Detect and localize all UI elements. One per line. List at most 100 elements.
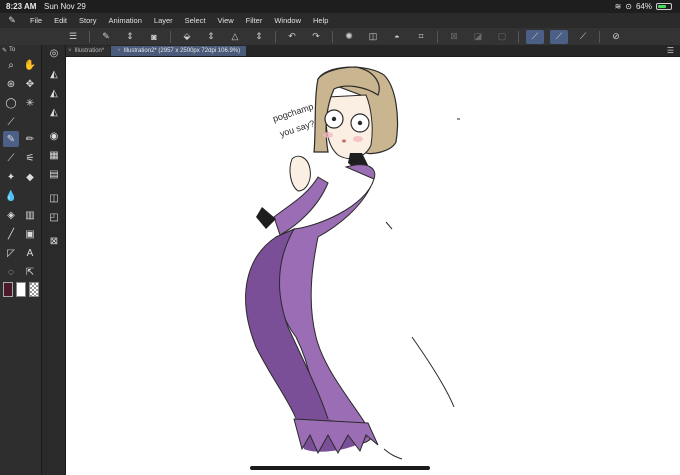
tab-menu-icon[interactable]: ☰ (667, 46, 674, 55)
camera-icon[interactable]: ◙ (145, 30, 163, 44)
figure-icon[interactable]: ╱ (3, 226, 19, 242)
command-bar: ☰ ✎ ⇕ ◙ ⬙ ⇕ △ ⇕ ↶ ↷ ✺ ◫ ◓ ⌗ ⊠ ◪ ▢ ⟋ ⟋ ⟋ … (0, 28, 680, 45)
pen-line-icon[interactable]: ⟋ (574, 30, 592, 44)
move-icon[interactable]: ✥ (22, 76, 38, 92)
sub-tool-strip: ◎ ◭ ◭ ◭ ◉ ▦ ▤ ◫ ◰ ⊠ (42, 45, 66, 475)
status-bar: 8:23 AM Sun Nov 29 ≋ ⊙ 64% (0, 0, 680, 13)
menu-layer[interactable]: Layer (148, 16, 179, 25)
color-set-icon[interactable]: ▦ (46, 147, 62, 163)
drawing-canvas[interactable]: pogchamp you say? (66, 57, 680, 475)
pencil-icon[interactable]: ✏ (22, 131, 38, 147)
menu-story[interactable]: Story (73, 16, 103, 25)
zoom-icon[interactable]: ⌕ (3, 57, 19, 73)
stray-stroke (411, 336, 455, 408)
divider (599, 30, 600, 43)
redo-icon[interactable]: ↷ (307, 30, 325, 44)
home-indicator[interactable] (250, 466, 430, 470)
divider (170, 30, 171, 43)
menu-filter[interactable]: Filter (240, 16, 269, 25)
left-pupil (331, 116, 337, 122)
panel-settings-icon[interactable]: ◎ (46, 45, 62, 61)
color-wheel-icon[interactable]: ◉ (46, 128, 62, 144)
clear-icon[interactable]: ◫ (364, 30, 382, 44)
airbrush-icon[interactable]: ⚟ (22, 150, 38, 166)
eraser-icon[interactable]: ◆ (22, 169, 38, 185)
menu-edit[interactable]: Edit (48, 16, 73, 25)
tool-palette-tab[interactable]: ✎ To (2, 45, 40, 55)
color-history-icon[interactable]: ▤ (46, 166, 62, 182)
hands (289, 155, 311, 192)
correct-line-icon[interactable]: ⇱ (22, 264, 38, 280)
divider (332, 30, 333, 43)
tab-illustration2[interactable]: × Illustration2* (2957 x 2500px 72dpi 10… (111, 46, 247, 56)
layers-icon[interactable]: ◫ (46, 190, 62, 206)
divider (437, 30, 438, 43)
blend-icon[interactable]: 💧 (3, 188, 19, 204)
menu-help[interactable]: Help (307, 16, 334, 25)
undo-icon[interactable]: ↶ (283, 30, 301, 44)
fill-icon[interactable]: ◓ (388, 30, 406, 44)
brush-pressure-icon[interactable]: ⟋ (550, 29, 568, 44)
battery-fill (658, 5, 667, 8)
wifi-icon: ≋ (614, 2, 622, 11)
decoration-icon[interactable]: ✦ (3, 169, 19, 185)
bucket-panel-icon[interactable]: ◭ (46, 66, 62, 82)
battery-icon (656, 3, 672, 10)
tab-illustration[interactable]: × Illustration* (62, 46, 111, 56)
main-color-swatch[interactable] (3, 282, 13, 297)
menu-animation[interactable]: Animation (103, 16, 148, 25)
deselect-icon[interactable]: ⊠ (445, 30, 463, 44)
frame-icon[interactable]: ▣ (22, 226, 38, 242)
triangle-ruler-icon[interactable]: △ (226, 30, 244, 44)
invert-selection-icon[interactable]: ◪ (469, 30, 487, 44)
up-down-arrows-icon[interactable]: ⇕ (121, 30, 139, 44)
navigator-icon[interactable]: ⊠ (46, 233, 62, 249)
speech-text-line2: you say? (279, 118, 316, 139)
menu-view[interactable]: View (212, 16, 240, 25)
menu-window[interactable]: Window (268, 16, 307, 25)
menu-file[interactable]: File (24, 16, 48, 25)
menu-select[interactable]: Select (179, 16, 212, 25)
ruler-icon[interactable]: ◸ (3, 245, 19, 261)
edit-icon[interactable]: ✎ (97, 30, 115, 44)
eyedropper-icon[interactable]: ⟋ (3, 114, 19, 130)
fill-bucket-icon[interactable]: ◈ (3, 207, 19, 223)
balloon-icon[interactable]: ◌ (3, 264, 19, 280)
transparent-color-swatch[interactable] (29, 282, 39, 297)
close-icon[interactable]: × (117, 48, 121, 54)
stack-arrows-icon[interactable]: ⇕ (202, 30, 220, 44)
shape-panel-icon[interactable]: ◭ (46, 104, 62, 120)
mouth (342, 139, 346, 143)
operation-icon[interactable]: ⊛ (3, 76, 19, 92)
eraser-mode-icon[interactable]: ⊘ (607, 30, 625, 44)
tilt-icon[interactable]: ⬙ (178, 30, 196, 44)
status-date: Sun Nov 29 (44, 2, 86, 11)
divider (518, 30, 519, 43)
stabilizer-pen-icon[interactable]: ⟋ (526, 29, 544, 44)
loading-icon[interactable]: ✺ (340, 30, 358, 44)
sub-color-swatch[interactable] (16, 282, 26, 297)
app-logo-icon[interactable]: ✎ (0, 15, 24, 26)
battery-percent: 64% (635, 2, 652, 11)
sleeve-cuff (256, 207, 276, 229)
close-icon[interactable]: × (68, 48, 72, 54)
selection-icon[interactable]: ▢ (493, 30, 511, 44)
pen-icon[interactable]: ✎ (3, 131, 19, 147)
brush-tool-icon[interactable]: ⟋ (3, 150, 19, 166)
gradient-icon[interactable]: ▥ (22, 207, 38, 223)
document-tabs: × Illustration* × Illustration2* (2957 x… (62, 45, 680, 56)
menu-bar: ✎ File Edit Story Animation Layer Select… (0, 13, 680, 28)
adjust-icon[interactable]: ⇕ (250, 30, 268, 44)
lasso-icon[interactable]: ◯ (3, 95, 19, 111)
illustration-artwork: pogchamp you say? (245, 66, 460, 460)
status-right: ≋ ⊙ 64% (615, 2, 672, 11)
hamburger-menu-icon[interactable]: ☰ (64, 30, 82, 44)
tab-label: Illustration2* (2957 x 2500px 72dpi 106.… (123, 48, 241, 54)
hand-icon[interactable]: ✋ (22, 57, 38, 73)
magic-wand-icon[interactable]: ✳ (22, 95, 38, 111)
gradient-panel-icon[interactable]: ◭ (46, 85, 62, 101)
crop-icon[interactable]: ⌗ (412, 30, 430, 44)
tool-palette-label: To (9, 47, 16, 53)
layer-property-icon[interactable]: ◰ (46, 209, 62, 225)
text-icon[interactable]: A (22, 245, 38, 261)
